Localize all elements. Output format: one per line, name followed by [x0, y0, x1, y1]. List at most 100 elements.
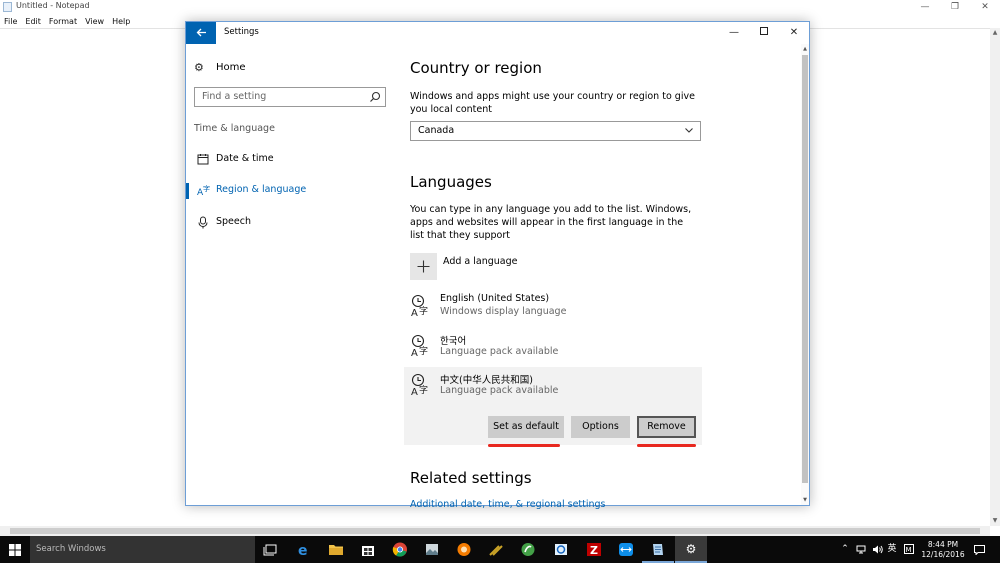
language-icon: A字: [411, 294, 428, 318]
edge-icon: e: [298, 543, 308, 557]
menu-edit[interactable]: Edit: [25, 15, 41, 28]
language-item-english[interactable]: A字 English (United States) Windows displ…: [404, 288, 702, 326]
start-button[interactable]: [0, 536, 30, 563]
microphone-icon: [196, 216, 210, 230]
svg-text:A: A: [411, 308, 418, 318]
region-language-icon: A字: [196, 184, 210, 198]
taskbar-search-placeholder: Search Windows: [36, 544, 106, 554]
maximize-icon[interactable]: ❐: [940, 0, 970, 15]
language-status: Windows display language: [440, 306, 567, 317]
photo-app-icon: [426, 544, 438, 555]
svg-text:字: 字: [203, 184, 210, 193]
clock-date: 12/16/2016: [921, 550, 965, 559]
show-hidden-icons[interactable]: ⌃: [838, 536, 852, 563]
scroll-thumb[interactable]: [802, 55, 808, 483]
app-icon: [457, 543, 471, 556]
network-icon[interactable]: [854, 536, 868, 563]
menu-format[interactable]: Format: [49, 15, 77, 28]
language-status: Language pack available: [440, 346, 559, 357]
maximize-icon[interactable]: [749, 22, 779, 44]
folder-icon: [329, 545, 343, 555]
search-input[interactable]: [195, 88, 372, 105]
svg-text:A: A: [411, 348, 418, 358]
sidebar-item-label: Region & language: [216, 184, 307, 195]
teamviewer-icon: [619, 543, 633, 556]
task-view-button[interactable]: [255, 536, 287, 563]
minimize-icon[interactable]: —: [910, 0, 940, 15]
scroll-thumb[interactable]: [10, 528, 980, 534]
taskbar-settings[interactable]: ⚙: [675, 536, 707, 563]
set-as-default-button[interactable]: Set as default: [488, 416, 564, 438]
language-item-korean[interactable]: A字 한국어 Language pack available: [404, 328, 702, 366]
back-arrow-icon: [196, 28, 206, 37]
plus-icon: [410, 253, 437, 280]
sidebar-item-date-time[interactable]: Date & time: [186, 151, 386, 169]
related-settings-heading: Related settings: [410, 469, 532, 487]
taskbar-app-green[interactable]: [512, 536, 544, 563]
menu-view[interactable]: View: [85, 15, 104, 28]
annotation-underline: [637, 444, 696, 447]
close-icon[interactable]: ✕: [970, 0, 1000, 15]
taskbar-chrome[interactable]: [384, 536, 416, 563]
clock-time: 8:44 PM: [927, 540, 959, 549]
windows-logo-icon: [9, 544, 21, 556]
menu-help[interactable]: Help: [112, 15, 130, 28]
sidebar-item-label: Speech: [216, 216, 251, 227]
taskbar-app-photo[interactable]: [416, 536, 448, 563]
close-button[interactable]: ✕: [779, 22, 809, 44]
sidebar-item-region-language[interactable]: A字 Region & language: [186, 182, 386, 200]
task-view-icon: [263, 544, 277, 556]
country-select[interactable]: Canada: [410, 121, 701, 141]
scroll-up-icon[interactable]: ▲: [801, 44, 809, 54]
ime-mode-icon[interactable]: M: [902, 536, 916, 563]
action-center-icon[interactable]: [971, 536, 987, 563]
country-heading: Country or region: [410, 59, 542, 77]
svg-text:Z: Z: [590, 544, 598, 557]
taskbar: Search Windows e Z ⚙ ⌃ 英 M 8:44 PM 12/16…: [0, 536, 1000, 563]
svg-text:M: M: [906, 546, 912, 554]
gear-icon: ⚙: [685, 542, 697, 556]
svg-text:字: 字: [419, 345, 428, 357]
taskbar-search[interactable]: Search Windows: [30, 536, 255, 563]
taskbar-edge[interactable]: e: [288, 536, 320, 563]
language-icon: A字: [411, 334, 428, 358]
taskbar-filezilla[interactable]: Z: [578, 536, 610, 563]
chevron-down-icon: [685, 128, 693, 133]
volume-icon[interactable]: [870, 536, 884, 563]
search-icon[interactable]: [368, 90, 382, 104]
taskbar-teamviewer[interactable]: [610, 536, 642, 563]
filezilla-icon: Z: [587, 543, 601, 557]
notepad-horizontal-scrollbar[interactable]: [0, 526, 990, 536]
taskbar-notepad[interactable]: [642, 536, 674, 563]
additional-settings-link[interactable]: Additional date, time, & regional settin…: [410, 499, 670, 509]
gear-icon: ⚙: [194, 60, 204, 74]
system-clock[interactable]: 8:44 PM 12/16/2016: [921, 540, 965, 560]
taskbar-file-explorer[interactable]: [320, 536, 352, 563]
taskbar-app-snip[interactable]: [545, 536, 577, 563]
nav-section-title: Time & language: [194, 123, 275, 134]
input-language-indicator[interactable]: 英: [885, 536, 899, 563]
taskbar-app-tools[interactable]: [480, 536, 512, 563]
back-button[interactable]: [186, 22, 216, 44]
app-icon: [555, 544, 567, 555]
tools-icon: [489, 545, 503, 556]
language-icon: A字: [411, 373, 428, 397]
scroll-down-icon[interactable]: ▼: [990, 516, 1000, 526]
minimize-icon[interactable]: —: [719, 22, 749, 44]
menu-file[interactable]: File: [4, 15, 17, 28]
svg-text:字: 字: [419, 384, 428, 396]
sidebar-item-speech[interactable]: Speech: [186, 214, 386, 232]
nav-home[interactable]: ⚙ Home: [194, 59, 246, 75]
add-language-button[interactable]: Add a language: [410, 253, 517, 280]
settings-titlebar: Settings — ✕: [186, 22, 809, 44]
settings-scrollbar[interactable]: ▲ ▼: [801, 44, 809, 505]
search-box[interactable]: [194, 87, 386, 107]
taskbar-store[interactable]: [352, 536, 384, 563]
scroll-down-icon[interactable]: ▼: [801, 495, 809, 505]
notepad-icon: [653, 544, 663, 555]
remove-button[interactable]: Remove: [637, 416, 696, 438]
notepad-vertical-scrollbar[interactable]: ▲ ▼: [990, 28, 1000, 526]
scroll-up-icon[interactable]: ▲: [990, 28, 1000, 38]
taskbar-app-orange[interactable]: [448, 536, 480, 563]
options-button[interactable]: Options: [571, 416, 630, 438]
